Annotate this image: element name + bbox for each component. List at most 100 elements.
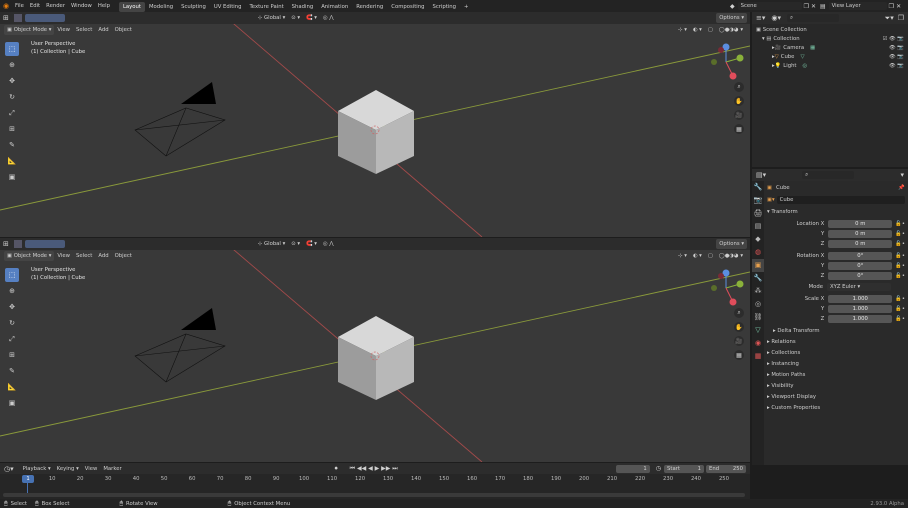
delete-view-layer-icon[interactable]: ✕	[896, 3, 901, 10]
start-frame-field[interactable]: Start 1	[664, 464, 704, 473]
gizmo-y-ball[interactable]	[736, 280, 744, 288]
select-box-icon[interactable]	[13, 14, 22, 22]
menu-select[interactable]: Select	[73, 251, 95, 261]
relations-panel[interactable]: ▸ Relations	[767, 337, 905, 348]
view-layer-tab-icon[interactable]: ▤	[752, 220, 764, 233]
shading-modes-icon[interactable]: ◯●◑◕ ▾	[716, 25, 746, 35]
visibility-panel[interactable]: ▸ Visibility	[767, 381, 905, 392]
data-tab-icon[interactable]: ▽	[752, 324, 764, 337]
tab-scripting[interactable]: Scripting	[428, 2, 460, 12]
keyframe-dot-icon[interactable]: 🔓•	[895, 219, 905, 229]
scene-collection-row[interactable]: ▣ Scene Collection	[756, 26, 904, 35]
snap-icon[interactable]: 🧲 ▾	[303, 13, 320, 23]
tab-layout[interactable]: Layout	[118, 1, 145, 12]
pin-menu-icon[interactable]: ▾	[900, 171, 904, 179]
copy-view-layer-icon[interactable]: ❐	[889, 3, 894, 10]
options-button[interactable]: Options ▾	[716, 13, 747, 23]
keyframe-dot-icon[interactable]: 🔓•	[895, 239, 905, 249]
measure-tool-icon[interactable]: 📐	[5, 154, 19, 168]
rotation-z-field[interactable]: 0°	[828, 272, 893, 280]
add-workspace-button[interactable]: +	[460, 2, 472, 12]
marker-menu[interactable]: Marker	[100, 464, 124, 474]
menu-render[interactable]: Render	[43, 0, 68, 12]
select-tool-icon[interactable]: ⬚	[5, 42, 19, 56]
location-y-field[interactable]: 0 m	[828, 230, 893, 238]
rotation-y-field[interactable]: 0°	[828, 262, 893, 270]
scene-field[interactable]: Scene	[737, 2, 802, 10]
record-icon[interactable]: ⏺	[335, 465, 338, 473]
menu-select[interactable]: Select	[73, 25, 95, 35]
measure-tool-icon[interactable]: 📐	[5, 380, 19, 394]
outliner-item-camera[interactable]: ▸ 🎥 Camera ▦ 👁 📷	[756, 44, 904, 53]
pin-icon[interactable]: 📌	[898, 183, 905, 193]
transform-orientation-dropdown[interactable]: ⊹ Global ▾	[255, 239, 288, 249]
material-tab-icon[interactable]: ◉	[752, 337, 764, 350]
rotation-mode-dropdown[interactable]: XYZ Euler ▾	[827, 283, 891, 291]
tool-tab-icon[interactable]: 🔧	[752, 181, 764, 194]
pan-hand-icon[interactable]: ✋	[734, 322, 744, 332]
editor-type-icon[interactable]: ▤▾	[756, 171, 766, 179]
menu-edit[interactable]: Edit	[27, 0, 43, 12]
camera-view-icon[interactable]: 🎥	[734, 110, 744, 120]
proportional-edit-icon[interactable]: ◎ ⋀	[320, 13, 337, 23]
constraints-tab-icon[interactable]: ⛓	[752, 311, 764, 324]
motion-paths-panel[interactable]: ▸ Motion Paths	[767, 370, 905, 381]
transform-orientation-dropdown[interactable]: ⊹ Global ▾	[255, 13, 288, 23]
menu-object[interactable]: Object	[112, 251, 135, 261]
transform-tool-icon[interactable]: ⊞	[5, 122, 19, 136]
custom-properties-panel[interactable]: ▸ Custom Properties	[767, 403, 905, 414]
properties-search[interactable]: ⌕	[802, 171, 855, 179]
tab-animation[interactable]: Animation	[317, 2, 352, 12]
tab-uv-editing[interactable]: UV Editing	[210, 2, 246, 12]
end-frame-field[interactable]: End 250	[706, 464, 746, 473]
tab-shading[interactable]: Shading	[288, 2, 318, 12]
xray-icon[interactable]: ▢	[705, 25, 716, 35]
gizmo-neg-x-ball[interactable]	[718, 47, 724, 53]
mode-dropdown[interactable]: ▣ Object Mode ▾	[4, 251, 55, 261]
location-x-field[interactable]: 0 m	[828, 220, 893, 228]
timeline-track[interactable]: 1 10 20 30 40 50 60 70 80 90 100 110 120 130 140 150 16…	[0, 474, 750, 499]
transform-panel-header[interactable]: ▾ Transform	[767, 207, 905, 218]
keyframe-dot-icon[interactable]: 🔓•	[895, 271, 905, 281]
delta-transform-header[interactable]: ▸ Delta Transform	[767, 326, 905, 337]
gizmo-x-ball[interactable]	[729, 298, 737, 306]
scale-x-field[interactable]: 1.000	[828, 295, 893, 303]
scale-tool-icon[interactable]: ⤢	[5, 332, 19, 346]
rotate-tool-icon[interactable]: ↻	[5, 316, 19, 330]
gizmo-y-ball[interactable]	[736, 54, 744, 62]
instancing-panel[interactable]: ▸ Instancing	[767, 359, 905, 370]
light-visibility-icons[interactable]: 👁 📷	[889, 62, 904, 71]
cursor-tool-icon[interactable]: ⊕	[5, 58, 19, 72]
cursor-tool-icon[interactable]: ⊕	[5, 284, 19, 298]
viewport-display-panel[interactable]: ▸ Viewport Display	[767, 392, 905, 403]
tab-compositing[interactable]: Compositing	[387, 2, 428, 12]
zoom-icon[interactable]: ⌕	[734, 308, 744, 318]
filter-icon[interactable]: ⏷▾	[885, 14, 894, 23]
editor-type-icon[interactable]: ≡▾	[756, 14, 765, 22]
rotate-tool-icon[interactable]: ↻	[5, 90, 19, 104]
gizmo-neg-x-ball[interactable]	[718, 273, 724, 279]
keyframe-dot-icon[interactable]: 🔓•	[895, 304, 905, 314]
texture-tab-icon[interactable]: ▦	[752, 350, 764, 363]
preview-range-icon[interactable]: ◷	[656, 465, 661, 472]
outliner-search[interactable]: ⌕	[787, 14, 840, 22]
navigation-gizmo[interactable]	[706, 268, 746, 308]
output-tab-icon[interactable]: 🖨	[752, 207, 764, 220]
select-mode-group-icon[interactable]	[24, 240, 65, 248]
zoom-icon[interactable]: ⌕	[734, 82, 744, 92]
overlay-icon[interactable]: ◐ ▾	[690, 251, 705, 261]
editor-type-icon[interactable]: ⊞	[0, 239, 12, 249]
gizmo-visibility-icon[interactable]: ⊹ ▾	[675, 251, 690, 261]
menu-object[interactable]: Object	[112, 25, 135, 35]
menu-view[interactable]: View	[54, 251, 73, 261]
navigation-gizmo[interactable]	[706, 42, 746, 82]
tab-modeling[interactable]: Modeling	[145, 2, 177, 12]
rotation-x-field[interactable]: 0°	[828, 252, 893, 260]
view-menu[interactable]: View	[82, 464, 101, 474]
blender-logo-icon[interactable]: ◉	[0, 2, 12, 10]
keyframe-dot-icon[interactable]: 🔓•	[895, 251, 905, 261]
annotate-tool-icon[interactable]: ✎	[5, 364, 19, 378]
camera-view-icon[interactable]: 🎥	[734, 336, 744, 346]
view-layer-field[interactable]: View Layer	[828, 2, 887, 10]
keyframe-dot-icon[interactable]: 🔓•	[895, 314, 905, 324]
